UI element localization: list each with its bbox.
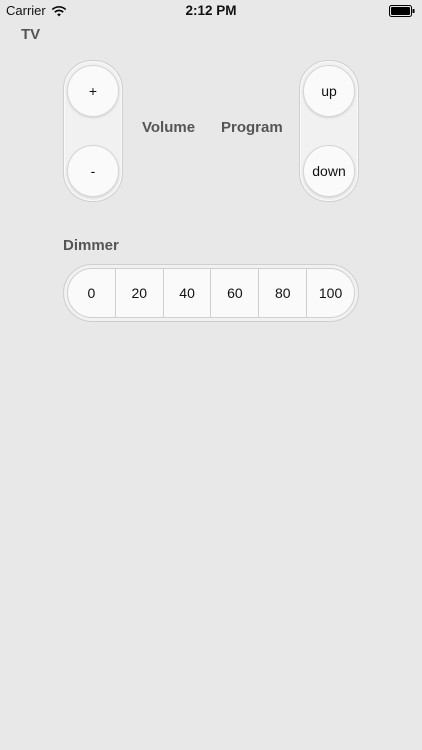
volume-label: Volume [142,119,196,136]
volume-up-button[interactable]: + [67,65,119,117]
dimmer-level-100[interactable]: 100 [306,269,354,317]
dimmer-level-40[interactable]: 40 [162,269,211,317]
dimmer-level-20[interactable]: 20 [114,269,163,317]
dimmer-title: Dimmer [63,237,119,254]
section-title: TV [21,26,41,43]
program-down-button[interactable]: down [303,145,355,197]
volume-control: + - [63,60,123,202]
status-bar: Carrier 2:12 PM [0,0,422,22]
program-up-button[interactable]: up [303,65,355,117]
battery-icon [389,5,415,17]
volume-down-button[interactable]: - [67,145,119,197]
dimmer-control: 0 20 40 60 80 100 [63,264,359,322]
dimmer-segmented-control: 0 20 40 60 80 100 [67,268,355,318]
status-time: 2:12 PM [185,3,237,18]
dimmer-level-80[interactable]: 80 [258,269,306,317]
dimmer-level-0[interactable]: 0 [68,269,115,317]
dimmer-level-60[interactable]: 60 [210,269,258,317]
program-label: Program [221,119,283,136]
program-control: up down [299,60,359,202]
